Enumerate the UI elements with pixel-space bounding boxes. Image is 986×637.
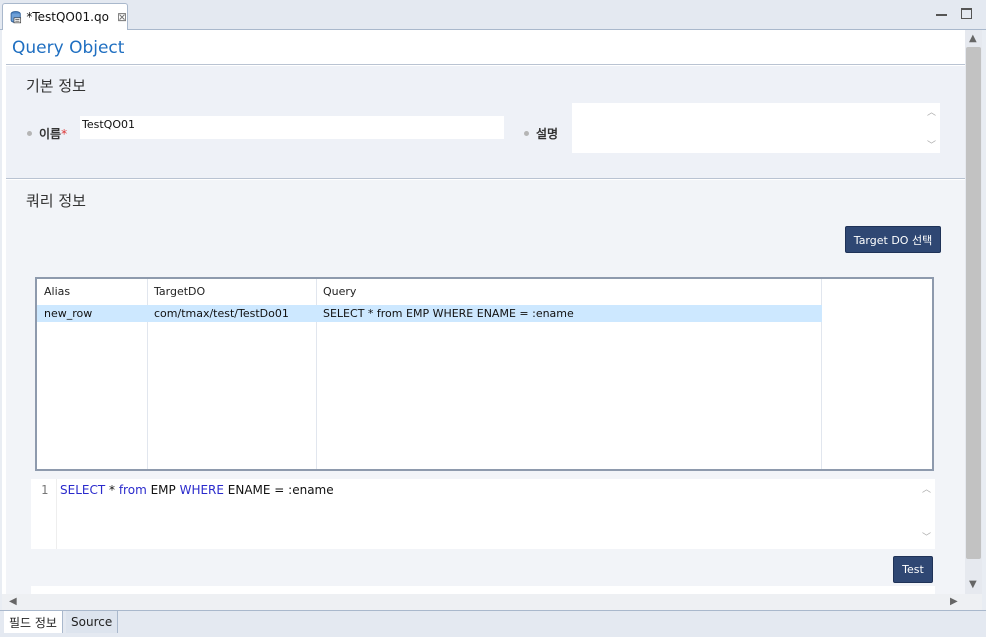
query-object-file-icon	[10, 11, 22, 24]
editor-bottom-strip	[31, 586, 935, 594]
desc-scroll-up-icon[interactable]: ︿	[927, 105, 936, 118]
token-table: EMP	[146, 483, 180, 497]
page-title: Query Object	[12, 38, 125, 58]
sql-scroll-down-icon[interactable]: ﹀	[922, 530, 931, 543]
sql-code-line[interactable]: SELECT * from EMP WHERE ENAME = :ename	[60, 483, 334, 497]
scroll-left-icon[interactable]: ◀	[9, 596, 17, 607]
sql-editor[interactable]: 1 SELECT * from EMP WHERE ENAME = :ename	[31, 479, 935, 549]
sql-scroll-up-icon[interactable]: ︿	[922, 482, 931, 495]
cell-targetdo[interactable]: com/tmax/test/TestDo01	[147, 305, 316, 322]
maximize-icon[interactable]	[961, 8, 972, 19]
cell-query[interactable]: SELECT * from EMP WHERE ENAME = :ename	[316, 305, 821, 322]
select-target-do-button[interactable]: Target DO 선택	[845, 226, 941, 253]
name-bullet-icon	[27, 131, 32, 136]
basic-info-title: 기본 정보	[26, 77, 86, 95]
minimize-icon[interactable]	[936, 10, 947, 16]
keyword-select: SELECT	[60, 483, 106, 497]
name-label-text: 이름	[39, 127, 62, 141]
desc-scroll-down-icon[interactable]: ﹀	[927, 138, 936, 151]
editor-page-tabs: 필드 정보 Source	[0, 610, 986, 637]
query-table: Alias TargetDO Query new_row com/tmax/te…	[35, 277, 934, 471]
token-condition: ENAME = :ename	[223, 483, 334, 497]
vertical-scroll-thumb[interactable]	[966, 47, 981, 559]
editor-tab-testqo01[interactable]: *TestQO01.qo ⊠	[2, 3, 128, 30]
token-star: *	[105, 483, 119, 497]
vertical-scrollbar[interactable]: ▲ ▼	[965, 30, 982, 594]
sql-editor-scrollbar[interactable]: ︿ ﹀	[919, 482, 933, 544]
description-label: 설명	[536, 127, 559, 141]
cell-alias[interactable]: new_row	[37, 305, 147, 322]
column-header-alias[interactable]: Alias	[37, 279, 147, 303]
required-mark: *	[61, 127, 68, 141]
close-icon[interactable]: ⊠	[117, 10, 127, 24]
line-number: 1	[41, 483, 49, 497]
editor-tab-label: *TestQO01.qo	[26, 10, 109, 24]
gutter-divider	[56, 479, 57, 549]
name-input[interactable]	[80, 116, 504, 139]
query-object-editor: Query Object 기본 정보 이름* 설명 ︿ ﹀ 쿼리 정보 Targ…	[2, 30, 965, 594]
description-textarea[interactable]: ︿ ﹀	[572, 103, 940, 153]
column-header-query[interactable]: Query	[316, 279, 821, 303]
test-button[interactable]: Test	[893, 556, 933, 583]
editor-tab-bar: *TestQO01.qo ⊠	[0, 0, 986, 30]
scroll-up-icon[interactable]: ▲	[969, 33, 977, 44]
tab-source[interactable]: Source	[66, 611, 119, 633]
description-bullet-icon	[524, 131, 529, 136]
query-info-title: 쿼리 정보	[26, 192, 86, 210]
column-header-targetdo[interactable]: TargetDO	[147, 279, 316, 303]
name-label: 이름*	[39, 125, 67, 142]
tab-field-info[interactable]: 필드 정보	[4, 611, 63, 633]
scroll-right-icon[interactable]: ▶	[950, 596, 958, 607]
horizontal-scrollbar[interactable]: ◀ ▶	[2, 594, 982, 610]
keyword-where: WHERE	[179, 483, 224, 497]
keyword-from: from	[118, 483, 147, 497]
title-divider	[6, 64, 965, 65]
scroll-down-icon[interactable]: ▼	[969, 579, 977, 590]
